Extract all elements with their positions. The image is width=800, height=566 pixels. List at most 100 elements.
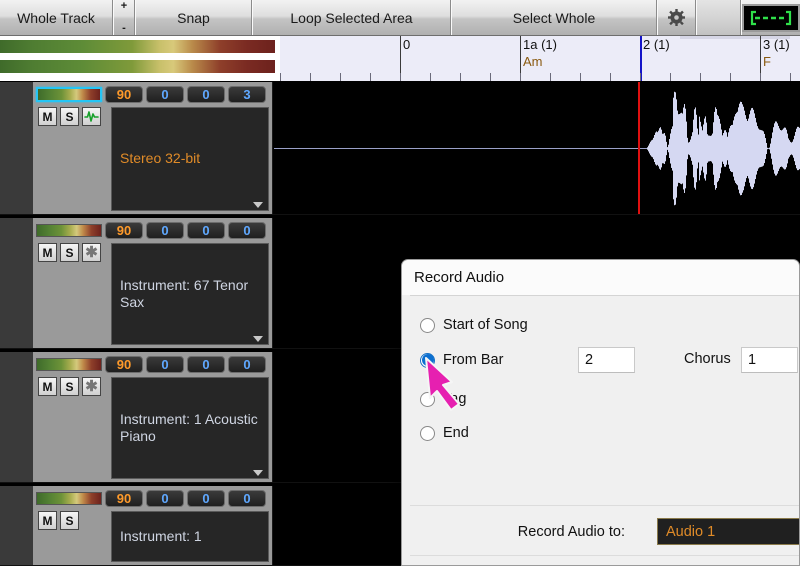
track-tone-field[interactable]: 0 [228, 222, 266, 239]
track-row[interactable]: 90 0 0 3 M S Stereo 32-bit [0, 82, 800, 215]
zoom-stepper[interactable]: + - [113, 0, 135, 35]
ruler-chord-label: Am [523, 54, 543, 69]
track-pan-field[interactable]: 0 [146, 222, 184, 239]
record-audio-to-dropdown[interactable]: Audio 1 [657, 518, 799, 545]
radio-from-bar[interactable]: From Bar [420, 352, 503, 368]
vu-meter-right-channel [0, 60, 275, 73]
waveform-icon[interactable] [82, 107, 101, 126]
track-name-box[interactable]: Instrument: 1 [111, 511, 269, 562]
track-tone-field[interactable]: 0 [228, 490, 266, 507]
asterisk-glyph: ✱ [85, 244, 98, 261]
dialog-title: Record Audio [414, 269, 505, 286]
select-whole-label: Select Whole [512, 9, 596, 26]
record-audio-to-label: Record Audio to: [518, 524, 625, 540]
radio-from-bar-indicator[interactable] [420, 352, 435, 368]
track-solo-button[interactable]: S [60, 243, 79, 262]
ruler-bar-label: 1a (1) [523, 37, 557, 52]
record-audio-to-value: Audio 1 [666, 523, 716, 540]
ruler-tick [370, 73, 371, 81]
track-vu-meter[interactable] [36, 358, 102, 371]
track-volume-field[interactable]: 90 [105, 356, 143, 373]
radio-start-of-song[interactable]: Start of Song [420, 317, 528, 333]
dialog-record-to-section: Record Audio to: Audio 1 [410, 505, 799, 556]
chevron-down-icon[interactable] [253, 336, 263, 342]
toolbar-spacer [696, 0, 741, 35]
asterisk-glyph: ✱ [85, 378, 98, 395]
track-pan-field[interactable]: 0 [146, 86, 184, 103]
track-pan-field[interactable]: 0 [146, 356, 184, 373]
track-reverb-field[interactable]: 0 [187, 356, 225, 373]
track-tone-field[interactable]: 3 [228, 86, 266, 103]
track-name-label: Instrument: 1 [120, 527, 202, 544]
ruler-bar-label: 3 (1) [763, 37, 790, 52]
track-vu-meter[interactable] [36, 87, 102, 102]
select-whole-button[interactable]: Select Whole [451, 0, 657, 35]
track-name-box[interactable]: Instrument: 1 Acoustic Piano [111, 377, 269, 479]
dialog-punch-in-section: Punch-in record [410, 555, 799, 565]
track-name-label: Stereo 32-bit [120, 150, 201, 167]
ruler-tick [730, 73, 731, 81]
track-buttons: M S ✱ [38, 377, 101, 396]
track-mute-button[interactable]: M [38, 243, 57, 262]
track-gutter [0, 82, 33, 214]
track-volume-field[interactable]: 90 [105, 222, 143, 239]
track-vu-meter[interactable] [36, 224, 102, 237]
chevron-down-icon[interactable] [253, 202, 263, 208]
vu-meter-gap [0, 53, 275, 60]
track-reverb-field[interactable]: 0 [187, 490, 225, 507]
ruler-tick [670, 73, 671, 81]
zoom-in-label[interactable]: + [121, 1, 127, 12]
track-solo-button[interactable]: S [60, 107, 79, 126]
whole-track-button[interactable]: Whole Track [0, 0, 113, 35]
from-bar-input[interactable]: 2 [578, 347, 635, 373]
track-vu-meter[interactable] [36, 492, 102, 505]
track-buttons: MS [38, 107, 101, 126]
track-volume-field[interactable]: 90 [105, 86, 143, 103]
track-pan-field[interactable]: 0 [146, 490, 184, 507]
track-volume-field[interactable]: 90 [105, 490, 143, 507]
chorus-label: Chorus [684, 351, 731, 367]
track-name-box[interactable]: Instrument: 67 Tenor Sax [111, 243, 269, 345]
track-name-label: Instrument: 1 Acoustic Piano [120, 410, 258, 445]
zoom-out-label[interactable]: - [122, 23, 126, 34]
led-display-button[interactable] [741, 0, 800, 35]
asterisk-icon[interactable]: ✱ [82, 377, 101, 396]
track-gutter [0, 352, 33, 482]
track-reverb-field[interactable]: 0 [187, 86, 225, 103]
ruler-tick [790, 73, 791, 81]
radio-end-indicator[interactable] [420, 425, 435, 441]
asterisk-icon[interactable]: ✱ [82, 243, 101, 262]
track-buttons: MS [38, 511, 79, 530]
ruler-tick [610, 73, 611, 81]
loop-selected-area-button[interactable]: Loop Selected Area [252, 0, 451, 35]
chorus-input[interactable]: 1 [741, 347, 798, 373]
track-mute-button[interactable]: M [38, 107, 57, 126]
radio-tag[interactable]: Tag [420, 391, 466, 407]
track-canvas[interactable] [274, 82, 800, 214]
playhead-marker[interactable] [638, 82, 640, 214]
track-buttons: M S ✱ [38, 243, 101, 262]
dialog-body: Start of Song From Bar 2 Chorus 1 Tag En… [402, 295, 799, 565]
master-vu-meter [0, 36, 280, 82]
radio-tag-indicator[interactable] [420, 391, 435, 407]
track-tone-field[interactable]: 0 [228, 356, 266, 373]
track-reverb-field[interactable]: 0 [187, 222, 225, 239]
track-header: 90 0 0 0 M S ✱ Instrument: 67 Tenor Sax [33, 218, 273, 348]
radio-end[interactable]: End [420, 425, 469, 441]
track-solo-button[interactable]: S [60, 377, 79, 396]
track-control-row: 90 0 0 0 [36, 355, 270, 374]
timeline-ruler[interactable]: 0 1a (1) Am 2 (1) 3 (1) F [280, 36, 800, 82]
ruler-bar-label: 0 [403, 37, 411, 52]
track-mute-button[interactable]: M [38, 511, 57, 530]
track-solo-button[interactable]: S [60, 511, 79, 530]
track-name-box[interactable]: Stereo 32-bit [111, 107, 269, 211]
gear-icon [668, 9, 685, 26]
chevron-down-icon[interactable] [253, 470, 263, 476]
settings-button[interactable] [657, 0, 696, 35]
radio-tag-label: Tag [443, 391, 467, 407]
track-mute-button[interactable]: M [38, 377, 57, 396]
track-control-row: 90 0 0 0 [36, 221, 270, 240]
snap-button[interactable]: Snap [135, 0, 252, 35]
track-header: 90 0 0 3 M S Stereo 32-bit [33, 82, 273, 214]
radio-start-of-song-indicator[interactable] [420, 317, 435, 333]
